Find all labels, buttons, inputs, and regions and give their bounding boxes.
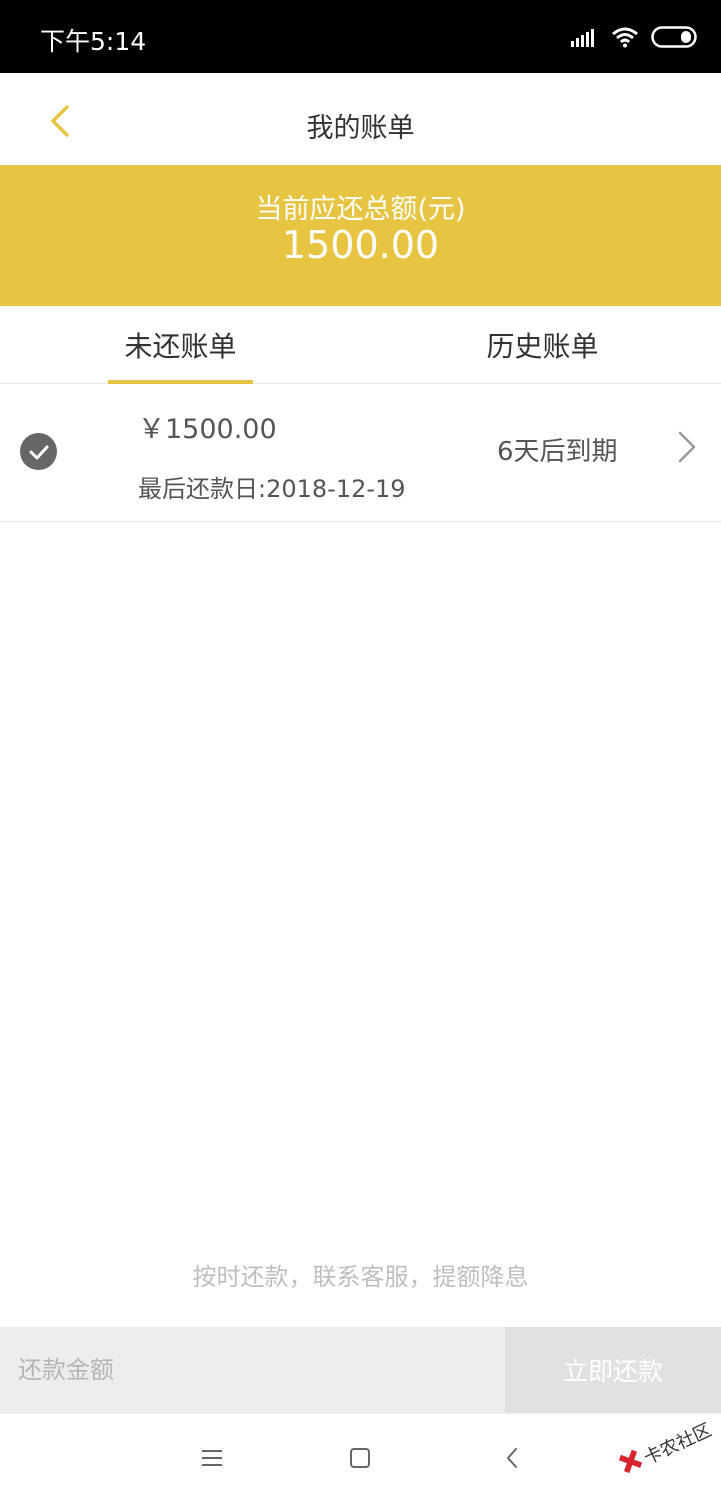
bill-due-date: 最后还款日:2018-12-19 xyxy=(138,475,406,503)
nav-bar: 我的账单 xyxy=(0,73,721,165)
chevron-right-icon xyxy=(678,431,696,463)
menu-icon xyxy=(202,1450,222,1466)
system-back-button[interactable] xyxy=(494,1440,530,1476)
status-bar: 下午5:14 xyxy=(0,0,721,73)
pay-bar: 立即还款 xyxy=(0,1327,721,1413)
bill-tabs: 未还账单 历史账单 xyxy=(0,306,721,384)
pay-now-button[interactable]: 立即还款 xyxy=(505,1327,721,1413)
summary-banner: 当前应还总额(元) 1500.00 xyxy=(0,165,721,306)
home-icon xyxy=(350,1448,370,1468)
menu-button[interactable] xyxy=(194,1440,230,1476)
status-icons xyxy=(571,26,697,48)
watermark-text: 卡农社区 xyxy=(641,1420,715,1469)
home-button[interactable] xyxy=(342,1440,378,1476)
active-tab-indicator xyxy=(108,380,253,384)
page-title: 我的账单 xyxy=(306,113,415,144)
bill-due-status: 6天后到期 xyxy=(497,437,618,467)
signal-icon xyxy=(571,29,594,47)
repayment-amount-input[interactable] xyxy=(0,1327,505,1413)
wifi-icon xyxy=(612,27,638,48)
system-back-icon xyxy=(507,1448,517,1468)
watermark-logo: 卡农社区 xyxy=(618,1420,715,1474)
summary-amount: 1500.00 xyxy=(281,223,440,267)
repayment-hint: 按时还款，联系客服，提额降息 xyxy=(192,1263,529,1291)
bill-list-item[interactable]: ￥1500.00 最后还款日:2018-12-19 6天后到期 xyxy=(0,385,721,522)
tab-history-bills[interactable]: 历史账单 xyxy=(470,306,615,384)
tab-unpaid-bills[interactable]: 未还账单 xyxy=(108,306,253,384)
bill-amount: ￥1500.00 xyxy=(138,414,277,445)
battery-icon xyxy=(651,26,697,48)
status-time: 下午5:14 xyxy=(40,27,147,56)
summary-label: 当前应还总额(元) xyxy=(255,194,466,225)
check-circle-icon[interactable] xyxy=(20,433,57,470)
